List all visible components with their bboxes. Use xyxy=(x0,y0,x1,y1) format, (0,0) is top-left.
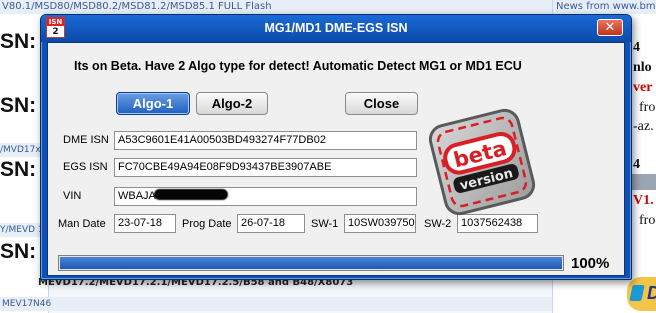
prog-date-label: Prog Date xyxy=(182,218,232,230)
window-title: MG1/MD1 DME-EGS ISN xyxy=(264,21,408,35)
window-close-button[interactable]: ✕ xyxy=(597,19,623,36)
background-strip: MEV17N46 xyxy=(0,297,562,311)
vin-value: WBAJA xyxy=(118,190,156,202)
redaction-mark xyxy=(153,189,228,200)
man-date-field[interactable]: 23-07-18 xyxy=(114,214,176,233)
background-bar xyxy=(631,174,656,190)
news-header[interactable]: News from www.bmw xyxy=(553,0,656,14)
prog-date-field[interactable]: 26-07-18 xyxy=(237,214,305,233)
background-fragment: -az. xyxy=(633,119,654,134)
dme-isn-label: DME ISN xyxy=(63,134,109,146)
paypal-donate-button[interactable]: Do xyxy=(627,277,656,311)
algo-1-button[interactable]: Algo-1 xyxy=(116,92,190,115)
close-button[interactable]: Close xyxy=(345,92,418,115)
vin-label: VIN xyxy=(63,190,82,202)
sw1-label: SW-1 xyxy=(311,218,339,230)
progress-fill xyxy=(60,257,562,269)
isn-dialog-window: ISN 2 MG1/MD1 DME-EGS ISN ✕ Its on Beta.… xyxy=(40,14,632,280)
egs-isn-label: EGS ISN xyxy=(63,161,108,173)
beta-notice: Its on Beta. Have 2 Algo type for detect… xyxy=(74,59,522,73)
background-fragment: ver xyxy=(633,80,653,95)
man-date-label: Man Date xyxy=(58,218,106,230)
egs-isn-field[interactable]: FC70CBE49A94E08F9D93437BE3907ABE xyxy=(114,158,417,177)
paypal-label: Do xyxy=(647,283,656,304)
vin-field[interactable]: WBAJA xyxy=(114,187,417,206)
background-fragment: fro xyxy=(639,100,656,115)
background-fragment: nlo xyxy=(633,60,652,75)
background-isn-label: SN: xyxy=(0,240,37,263)
background-isn-label: SN: xyxy=(0,30,37,53)
title-bar[interactable]: ISN 2 MG1/MD1 DME-EGS ISN ✕ xyxy=(41,15,631,42)
background-isn-label: SN: xyxy=(0,94,37,117)
dialog-client-area: Its on Beta. Have 2 Algo type for detect… xyxy=(47,42,625,276)
algo-2-button[interactable]: Algo-2 xyxy=(196,92,268,115)
background-fragment: fro xyxy=(639,213,656,228)
dme-isn-field[interactable]: A53C9601E41A00503BD493274F77DB02 xyxy=(114,131,417,150)
sw1-field[interactable]: 10SW039750 xyxy=(344,214,416,233)
background-isn-label: SN: xyxy=(0,158,37,181)
background-fragment: 4 xyxy=(633,40,640,55)
background-fragment: V1. xyxy=(633,193,654,208)
progress-percent: 100% xyxy=(571,255,610,272)
background-top-bar: V80.1/MSD80/MSD80.2/MSD81.2/MSD85.1 FULL… xyxy=(0,0,562,14)
background-fragment: 4 xyxy=(633,157,640,172)
paypal-icon xyxy=(629,285,645,301)
progress-bar xyxy=(58,255,564,271)
beta-version-stamp: beta version xyxy=(428,108,536,216)
